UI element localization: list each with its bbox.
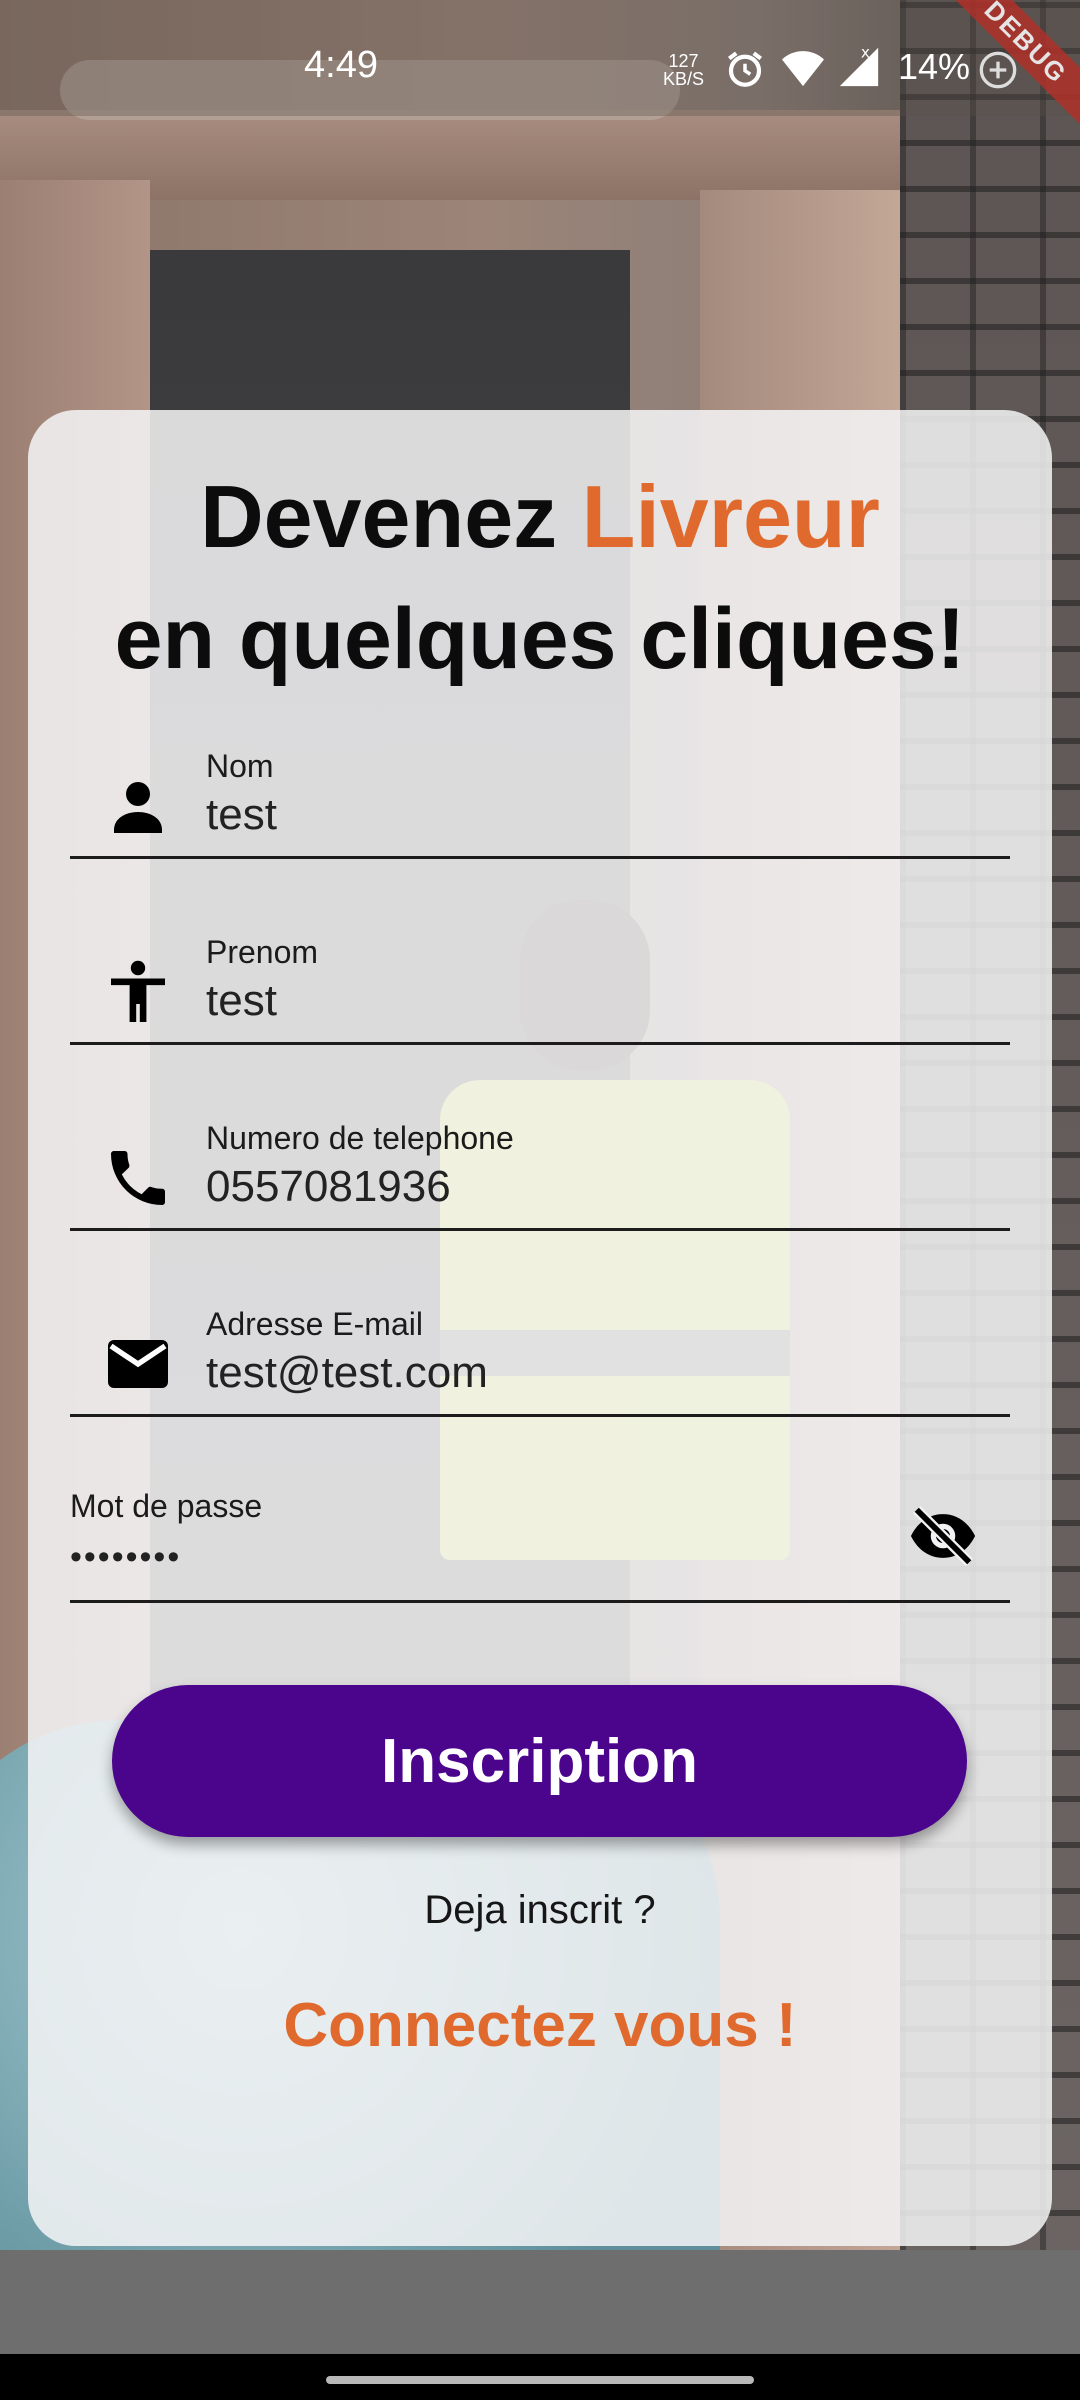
home-gesture-handle[interactable] bbox=[326, 2376, 754, 2384]
telephone-field[interactable]: Numero de telephone 0557081936 bbox=[70, 1110, 1010, 1231]
eye-off-icon[interactable] bbox=[908, 1506, 978, 1566]
email-label: Adresse E-mail bbox=[206, 1306, 423, 1342]
telephone-input[interactable]: 0557081936 bbox=[206, 1162, 451, 1212]
battery-level: 14% bbox=[898, 46, 971, 87]
telephone-label: Numero de telephone bbox=[206, 1120, 514, 1156]
network-speed: 127 KB/S bbox=[663, 51, 705, 89]
email-input[interactable]: test@test.com bbox=[206, 1348, 488, 1398]
already-registered-text: Deja inscrit ? bbox=[424, 1888, 656, 1932]
login-link[interactable]: Connectez vous ! bbox=[0, 1990, 1080, 2061]
phone-icon bbox=[111, 1151, 165, 1205]
alarm-icon bbox=[727, 51, 763, 87]
password-underline bbox=[70, 1600, 1010, 1603]
email-icon bbox=[108, 1340, 168, 1388]
nom-field[interactable]: Nom test bbox=[70, 738, 1010, 859]
accessibility-icon bbox=[111, 960, 165, 1022]
prenom-field[interactable]: Prenom test bbox=[70, 924, 1010, 1045]
page-title: Devenez Livreur bbox=[200, 467, 880, 566]
nom-label: Nom bbox=[206, 748, 274, 784]
status-time: 4:49 bbox=[304, 44, 378, 86]
page-subtitle: en quelques cliques! bbox=[114, 591, 966, 687]
status-bar: 4:49 127 KB/S x 14% DEBUG bbox=[0, 0, 1080, 134]
password-label: Mot de passe bbox=[70, 1488, 263, 1524]
nom-input[interactable]: test bbox=[206, 790, 277, 840]
wifi-icon bbox=[782, 51, 824, 87]
person-icon bbox=[114, 782, 162, 833]
cell-signal-icon: x bbox=[839, 43, 879, 87]
prenom-label: Prenom bbox=[206, 934, 319, 970]
title-accent: Livreur bbox=[581, 467, 880, 566]
signup-button[interactable]: Inscription bbox=[112, 1685, 967, 1837]
svg-text:x: x bbox=[861, 43, 870, 61]
prenom-input[interactable]: test bbox=[206, 976, 277, 1026]
email-field[interactable]: Adresse E-mail test@test.com bbox=[70, 1296, 1010, 1417]
password-input[interactable]: •••••••• bbox=[70, 1538, 181, 1577]
